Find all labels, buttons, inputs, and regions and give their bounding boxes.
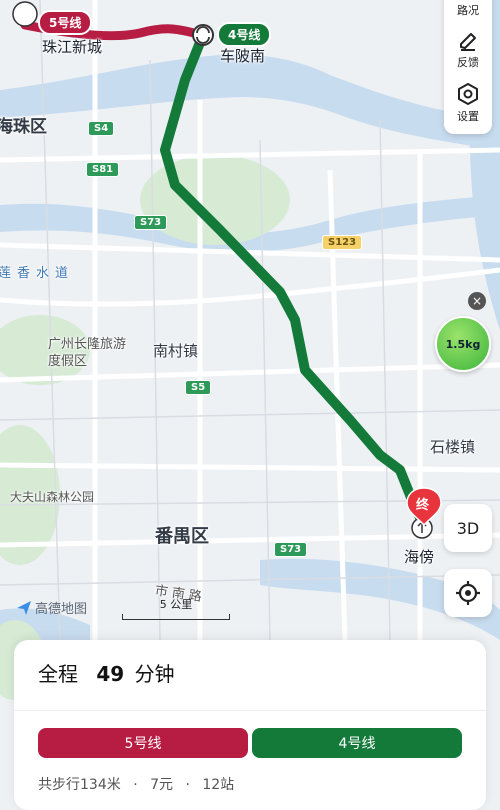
view-3d-button[interactable]: 3D (444, 504, 492, 552)
traffic-button[interactable]: 路况 (457, 0, 479, 24)
summary-divider (14, 710, 486, 711)
line5-tag: 5号线 (38, 10, 93, 35)
traffic-label: 路况 (457, 4, 479, 17)
carbon-value: 1.5kg (445, 337, 481, 351)
detail-sep-1: · (133, 777, 138, 793)
pencil-icon (460, 33, 476, 51)
segment-line5[interactable]: 5号线 (38, 728, 248, 758)
start-marker[interactable] (12, 1, 38, 27)
walk-distance: 共步行134米 (38, 777, 121, 793)
carbon-badge[interactable]: 1.5kg (435, 316, 491, 372)
feedback-button[interactable]: 反馈 (457, 24, 479, 76)
scale-label: 5 公里 (159, 598, 193, 611)
map-scale: 5 公里 (122, 596, 230, 620)
logo-text: 高德地图 (35, 602, 88, 617)
end-station-name: 海傍 (404, 548, 435, 566)
hexagon-settings-icon (458, 83, 478, 105)
transfer-marker[interactable] (192, 24, 214, 46)
locate-button[interactable] (444, 569, 492, 617)
road-badge-s123: S123 (322, 235, 363, 250)
amap-logo: 高德地图 (16, 598, 87, 617)
end-marker-label: 终 (416, 498, 430, 513)
feedback-label: 反馈 (457, 56, 479, 69)
town-nancun: 南村镇 (153, 342, 199, 360)
summary-duration: 49 (96, 662, 125, 686)
road-badge-s73: S73 (134, 215, 168, 230)
scale-bar (122, 614, 230, 620)
settings-label: 设置 (457, 110, 479, 123)
crosshair-icon (456, 581, 480, 605)
road-lianxiang: 莲香水道 (0, 266, 75, 281)
district-haizhu: 海珠区 (0, 117, 47, 137)
route-details: 共步行134米 · 7元 · 12站 (38, 774, 242, 794)
road-badge-s81: S81 (86, 162, 120, 177)
map-toolbar: 路况 反馈 设置 (444, 0, 492, 134)
line4-tag: 4号线 (217, 22, 272, 47)
segment-line4-label: 4号线 (338, 736, 376, 752)
poi-changlong: 广州长隆旅游度假区 (48, 337, 127, 369)
road-badge-s5: S5 (185, 380, 212, 395)
route-summary-card[interactable]: 全程 49 分钟 5号线 4号线 共步行134米 · 7元 · 12站 (14, 640, 486, 810)
summary-prefix: 全程 (38, 662, 78, 686)
district-panyu: 番禺区 (155, 526, 209, 547)
poi-dafushan: 大夫山森林公园 (10, 490, 95, 504)
summary-title: 全程 49 分钟 (38, 658, 175, 687)
view-3d-label: 3D (456, 518, 480, 538)
transfer-station-name: 车陂南 (220, 47, 266, 65)
town-shilou: 石楼镇 (430, 438, 476, 456)
settings-button[interactable]: 设置 (456, 76, 480, 130)
close-carbon-button[interactable]: × (468, 292, 486, 310)
stop-count: 12站 (202, 777, 235, 793)
detail-sep-2: · (185, 777, 190, 793)
segment-line4[interactable]: 4号线 (252, 728, 462, 758)
start-station-name: 珠江新城 (42, 38, 103, 56)
ticket-price: 7元 (150, 777, 174, 793)
road-badge-s4: S4 (88, 121, 115, 136)
summary-unit: 分钟 (134, 662, 175, 686)
paper-plane-icon (17, 600, 31, 615)
road-badge-s73-south: S73 (274, 542, 308, 557)
segment-line5-label: 5号线 (124, 736, 162, 752)
